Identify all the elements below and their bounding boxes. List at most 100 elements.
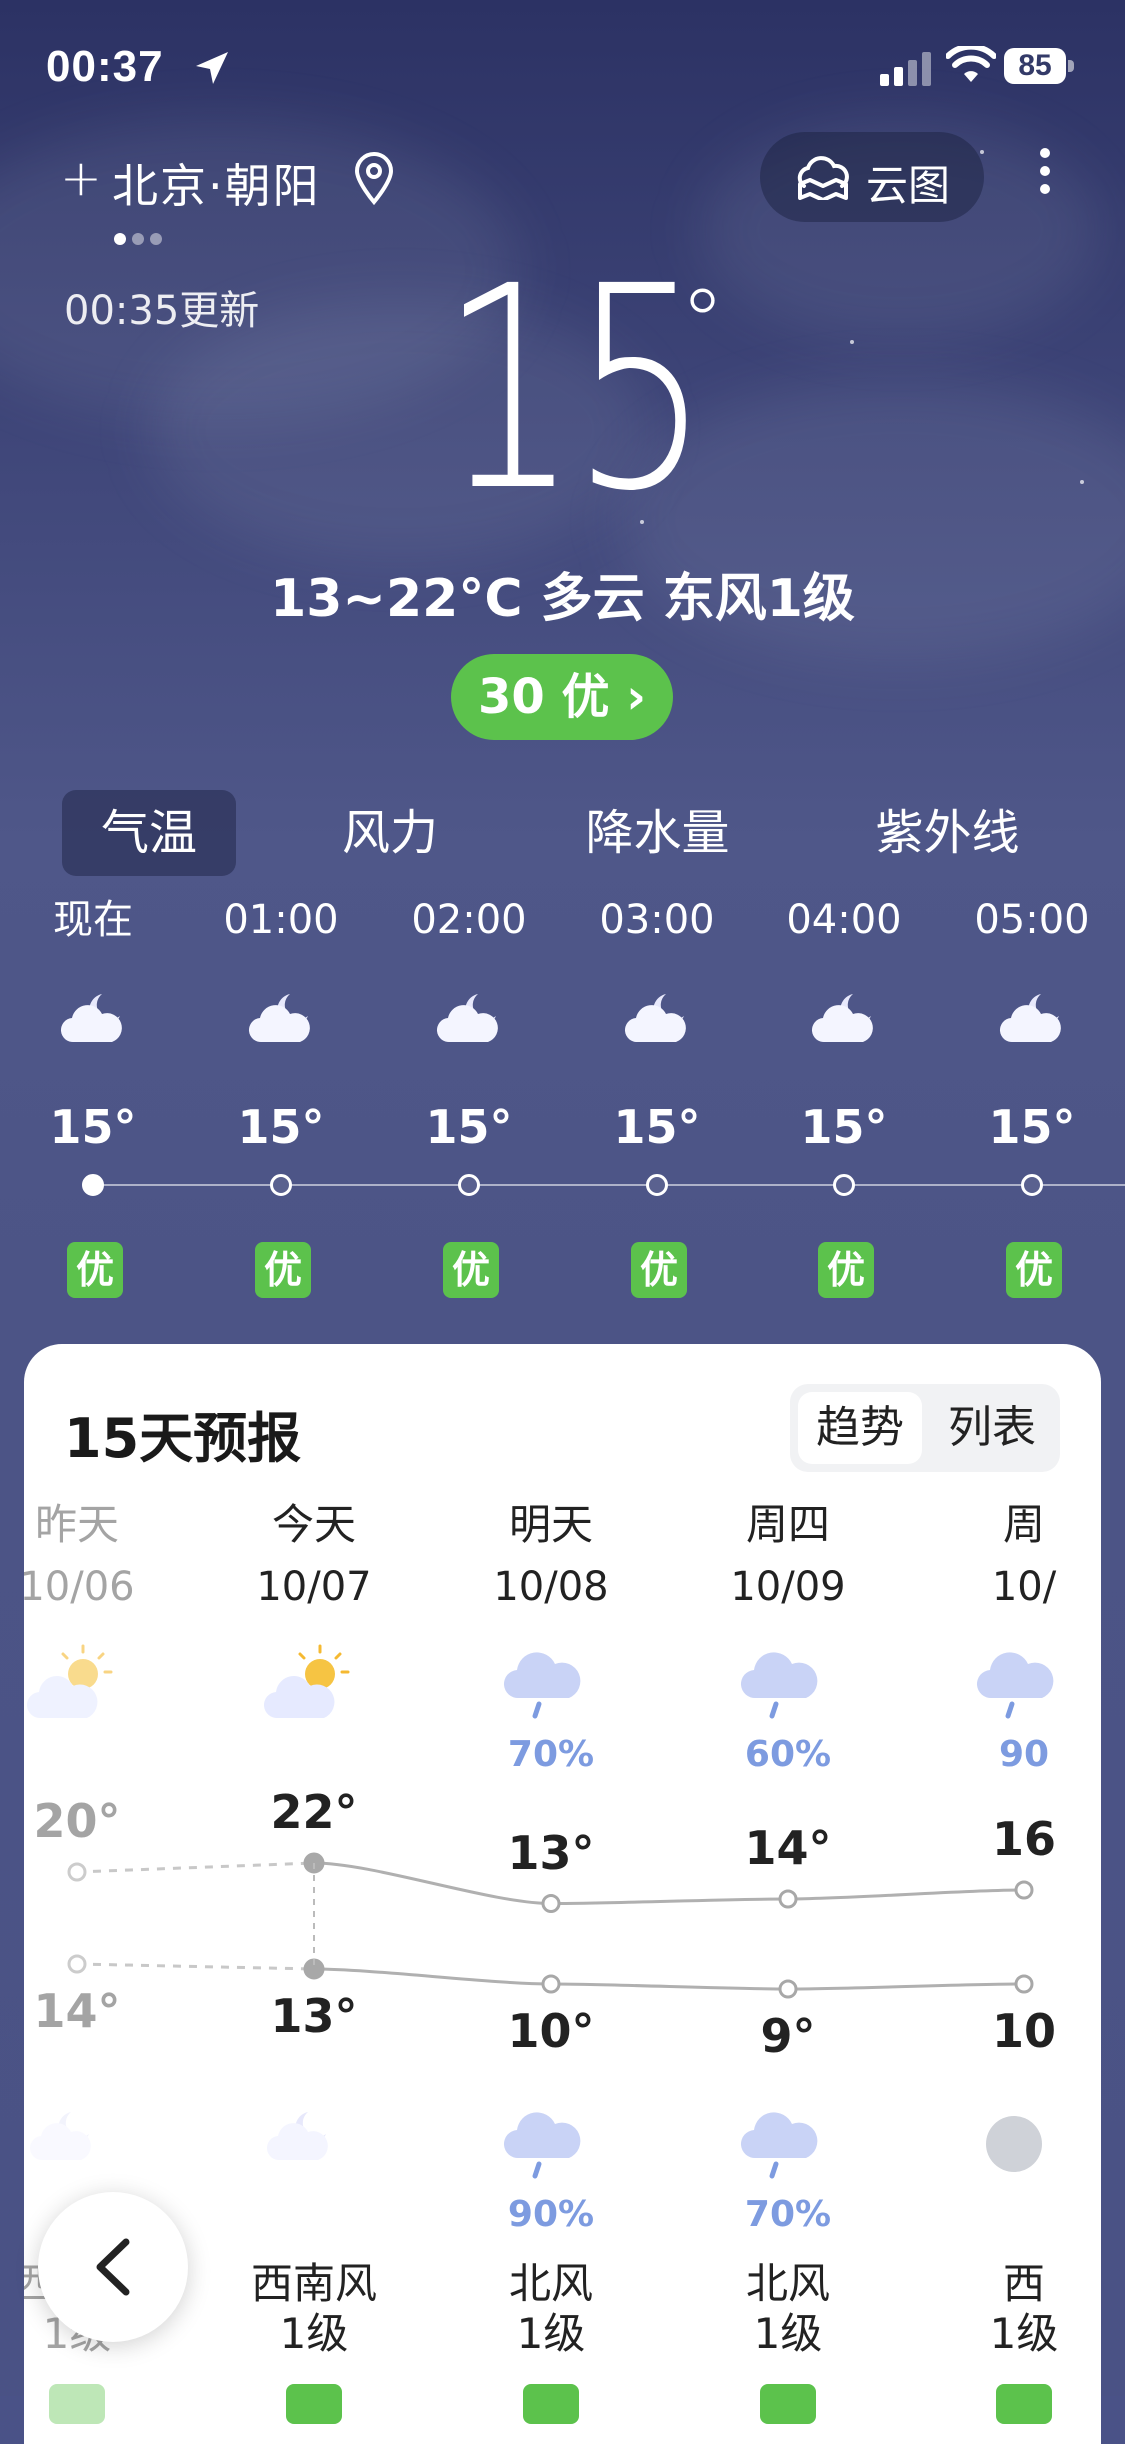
hour-temperature: 15° [613, 1100, 701, 1154]
cloud-map-label: 云图 [866, 161, 951, 210]
high-temp-point [1014, 1880, 1034, 1900]
location-arrow-icon [196, 52, 228, 84]
high-temp-line [313, 1861, 1025, 1906]
rain-icon [738, 1644, 828, 1728]
day-date: 10/ [991, 1564, 1057, 1610]
day-precip-probability: 70% [507, 1734, 595, 1775]
partly-sunny-icon [26, 1644, 117, 1728]
hourly-item: 03:00 15° 优 [582, 890, 732, 1298]
cloudy-night-icon [997, 986, 1069, 1054]
day-column[interactable]: 明天 10/08 70% [451, 1494, 651, 1775]
day-column[interactable]: 周 10/90 [924, 1494, 1101, 1775]
list-toggle-button[interactable]: 列表 [930, 1392, 1054, 1464]
location-pin-icon [354, 152, 394, 206]
hour-temperature: 15° [800, 1100, 888, 1154]
hour-temperature: 15° [49, 1100, 137, 1154]
tab-precipitation[interactable]: 降水量 [570, 790, 745, 876]
day-column[interactable]: 今天 10/07 [214, 1494, 414, 1719]
degree-symbol: ° [680, 270, 725, 375]
day-column[interactable]: 周四 10/09 60% [688, 1494, 888, 1775]
location-header: + 北京·朝阳 云图 [0, 132, 1125, 240]
day-name: 周 [1002, 1500, 1045, 1549]
hour-label: 03:00 [599, 897, 715, 943]
day-date: 10/09 [730, 1564, 846, 1610]
rain-icon [501, 1644, 591, 1728]
trend-toggle-button[interactable]: 趋势 [798, 1392, 922, 1464]
day-precip-probability: 90 [998, 1734, 1050, 1775]
cloudy-night-icon [809, 986, 881, 1054]
hour-aqi-badge: 优 [818, 1242, 874, 1298]
rain-icon [974, 1644, 1064, 1728]
wifi-icon [946, 46, 996, 82]
day-wind: 北风 1级 [451, 2259, 651, 2359]
cloudy-night-icon [434, 986, 506, 1054]
city-name[interactable]: 北京·朝阳 [112, 150, 321, 216]
hour-aqi-badge: 优 [255, 1242, 311, 1298]
hourly-temp-point [82, 1174, 104, 1196]
day-name: 明天 [508, 1500, 593, 1549]
hour-label: 05:00 [974, 897, 1090, 943]
hour-aqi-badge: 优 [1006, 1242, 1062, 1298]
day-name: 昨天 [34, 1500, 119, 1549]
hour-temperature: 15° [237, 1100, 325, 1154]
wind-direction: 西南风 [250, 2259, 377, 2308]
battery-indicator: 85 [1004, 48, 1076, 86]
hourly-temp-line [92, 1184, 1125, 1186]
more-options-icon[interactable] [1030, 148, 1060, 208]
view-toggle: 趋势 列表 [790, 1384, 1060, 1472]
cloudy-night-icon [58, 986, 130, 1054]
day-aqi-badge [49, 2384, 105, 2424]
day-aqi-badge [996, 2384, 1052, 2424]
forecast-title: 15天预报 [64, 1407, 302, 1470]
cloud-map-icon [797, 156, 849, 200]
chevron-left-icon [96, 2238, 130, 2296]
high-temp-point [67, 1862, 87, 1882]
day-wind: 西南风1级 [214, 2259, 414, 2359]
hourly-temp-point [646, 1174, 668, 1196]
day-date: 10/08 [493, 1564, 609, 1610]
low-temp-point [67, 1954, 87, 1974]
current-temperature: 15 [440, 227, 710, 553]
aqi-button[interactable]: 30 优 › [451, 654, 673, 740]
hourly-temp-point [833, 1174, 855, 1196]
status-bar: 00:37 85 [0, 0, 1125, 130]
day-aqi-badge [286, 2384, 342, 2424]
hourly-item: 01:00 15° 优 [206, 890, 356, 1298]
day-wind: 北风 1级 [688, 2259, 888, 2359]
low-temp-point [1014, 1974, 1034, 1994]
cloud-map-button[interactable]: 云图 [760, 132, 984, 222]
tab-uv[interactable]: 紫外线 [860, 790, 1035, 876]
day-aqi-badge [760, 2384, 816, 2424]
day-name: 今天 [271, 1500, 356, 1549]
back-button[interactable] [38, 2192, 188, 2342]
hour-aqi-badge: 优 [443, 1242, 499, 1298]
high-temp-point [778, 1889, 798, 1909]
tab-temperature[interactable]: 气温 [62, 790, 236, 876]
temperature-trend-chart [67, 1852, 1034, 1999]
hourly-item: 02:00 15° 优 [394, 890, 544, 1298]
day-precip-probability: 60% [744, 1734, 832, 1775]
day-column[interactable]: 昨天 10/06 [24, 1494, 177, 1719]
low-temp-line [313, 1967, 1025, 1991]
high-temp-past-segment [76, 1861, 315, 1874]
cellular-signal-icon [880, 52, 931, 86]
hour-temperature: 15° [425, 1100, 513, 1154]
wind-level: 1级 [989, 2309, 1059, 2358]
hour-label: 04:00 [786, 897, 902, 943]
wind-level: 1级 [516, 2309, 586, 2358]
tab-wind[interactable]: 风力 [310, 790, 470, 876]
hour-aqi-badge: 优 [67, 1242, 123, 1298]
hourly-tabs: 气温 风力 降水量 紫外线 [0, 790, 1125, 880]
battery-level: 85 [1004, 48, 1066, 84]
wind-direction: 北风 [745, 2259, 830, 2308]
hourly-item: 05:00 15° 优 [957, 890, 1107, 1298]
update-time: 00:35更新 [64, 288, 260, 334]
high-temp-point [541, 1894, 561, 1913]
hourly-forecast: 现在 15° 优 01:00 15° 优 02:00 15° 优 03:00 15° 优 04:00 15… [0, 890, 1125, 1320]
day-date: 10/06 [24, 1564, 135, 1610]
hourly-temp-point [270, 1174, 292, 1196]
partly-sunny-icon [263, 1644, 354, 1728]
page-indicator [114, 230, 168, 249]
hour-label: 现在 [53, 897, 133, 943]
add-city-icon[interactable]: + [60, 153, 102, 203]
